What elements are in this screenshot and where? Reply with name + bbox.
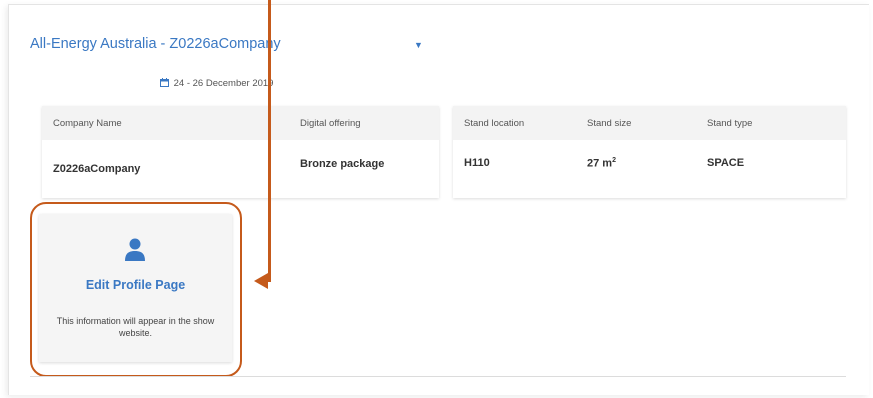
digital-offering-value: Bronze package: [300, 158, 385, 170]
event-dropdown[interactable]: All-Energy Australia - Z0226aCompany ▼: [30, 36, 430, 58]
stand-location-header: Stand location: [464, 118, 525, 129]
divider: [30, 376, 846, 377]
stand-size-header: Stand size: [587, 118, 632, 129]
event-dates: 24 - 26 December 2019: [160, 78, 273, 89]
digital-offering-header: Digital offering: [300, 118, 361, 129]
chevron-down-icon: ▼: [414, 40, 423, 50]
stand-card: Stand location Stand size Stand type H11…: [453, 106, 846, 198]
stand-location-value: H110: [464, 157, 490, 169]
event-dates-text: 24 - 26 December 2019: [173, 78, 274, 89]
event-name: All-Energy Australia - Z0226aCompany: [30, 36, 281, 52]
stand-size-unit-superscript: 2: [612, 157, 616, 164]
annotation-arrow-line: [268, 0, 271, 281]
company-name-value: Z0226aCompany: [53, 163, 141, 175]
annotation-highlight-box: [30, 202, 242, 377]
annotation-arrow-head-icon: [254, 273, 268, 289]
calendar-icon: [160, 78, 172, 89]
stand-type-value: SPACE: [707, 157, 745, 169]
company-name-header: Company Name: [53, 118, 122, 129]
company-card: Company Name Digital offering Z0226aComp…: [42, 106, 439, 198]
stand-type-header: Stand type: [707, 118, 753, 129]
stand-size-number: 27 m: [587, 157, 613, 170]
stand-size-value: 27 m2: [587, 157, 616, 170]
